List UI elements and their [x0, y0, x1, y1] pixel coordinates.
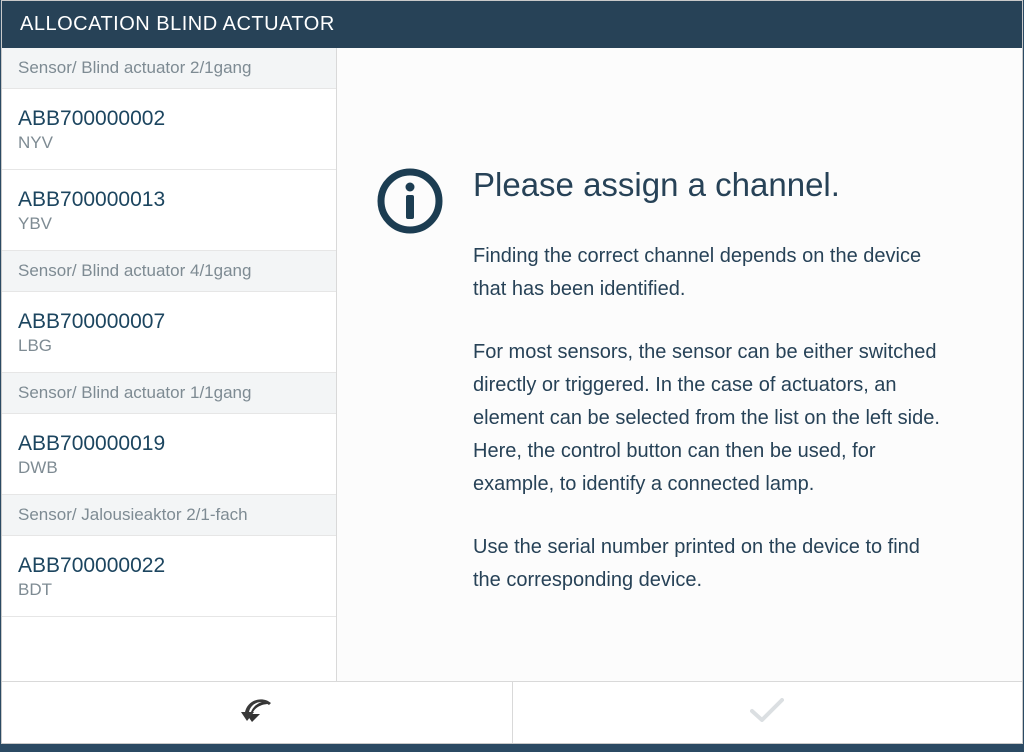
device-id: ABB700000013 — [18, 188, 320, 212]
device-id: ABB700000022 — [18, 554, 320, 578]
device-item[interactable]: ABB700000002NYV — [2, 89, 336, 170]
device-item[interactable]: ABB700000007LBG — [2, 292, 336, 373]
device-list[interactable]: Sensor/ Blind actuator 2/1gangABB7000000… — [2, 48, 337, 681]
device-room: BDT — [18, 580, 320, 600]
main-panel: Please assign a channel. Finding the cor… — [337, 48, 1022, 681]
main-paragraph: Use the serial number printed on the dev… — [473, 531, 943, 597]
device-id: ABB700000002 — [18, 107, 320, 131]
info-icon — [375, 166, 445, 236]
allocation-dialog: ALLOCATION BLIND ACTUATOR Sensor/ Blind … — [1, 0, 1023, 744]
device-item[interactable]: ABB700000013YBV — [2, 170, 336, 251]
device-group-header: Sensor/ Blind actuator 2/1gang — [2, 48, 336, 89]
device-room: DWB — [18, 458, 320, 478]
checkmark-icon — [749, 696, 785, 729]
back-button[interactable] — [2, 682, 512, 743]
device-room: YBV — [18, 214, 320, 234]
device-item[interactable]: ABB700000022BDT — [2, 536, 336, 617]
device-group-header: Sensor/ Blind actuator 4/1gang — [2, 251, 336, 292]
confirm-button — [513, 682, 1023, 743]
device-id: ABB700000007 — [18, 310, 320, 334]
main-paragraph: For most sensors, the sensor can be eith… — [473, 336, 943, 501]
device-id: ABB700000019 — [18, 432, 320, 456]
main-title: Please assign a channel. — [473, 166, 988, 204]
main-text: Please assign a channel. Finding the cor… — [473, 166, 988, 627]
device-item[interactable]: ABB700000019DWB — [2, 414, 336, 495]
device-group-header: Sensor/ Jalousieaktor 2/1-fach — [2, 495, 336, 536]
dialog-body: Sensor/ Blind actuator 2/1gangABB7000000… — [2, 48, 1022, 681]
device-group-header: Sensor/ Blind actuator 1/1gang — [2, 373, 336, 414]
back-arrow-icon — [240, 695, 274, 730]
device-room: LBG — [18, 336, 320, 356]
dialog-footer — [2, 681, 1022, 743]
main-paragraph: Finding the correct channel depends on t… — [473, 240, 943, 306]
device-room: NYV — [18, 133, 320, 153]
dialog-title: ALLOCATION BLIND ACTUATOR — [2, 1, 1022, 48]
